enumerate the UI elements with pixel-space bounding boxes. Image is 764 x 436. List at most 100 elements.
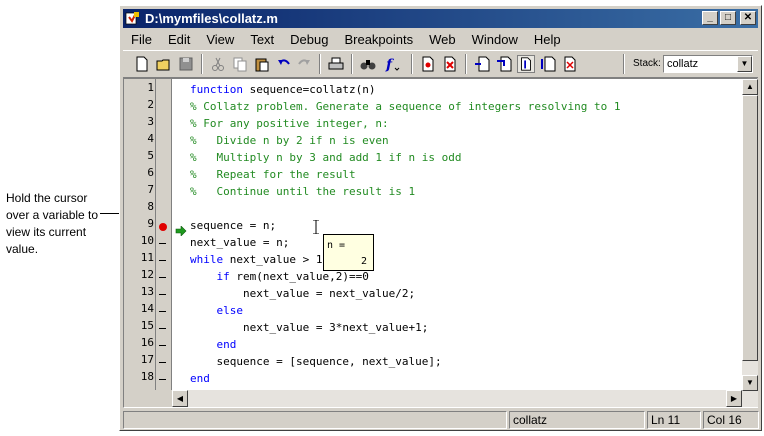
menu-file[interactable]: File [123, 32, 160, 47]
stack-dropdown[interactable]: collatz ▼ [663, 55, 753, 73]
line-number: 4 [147, 132, 154, 145]
redo-icon[interactable] [295, 55, 313, 73]
annotation-callout: Hold the cursor over a variable to view … [6, 191, 99, 256]
executable-line-marker[interactable] [159, 345, 166, 346]
exit-debug-icon[interactable] [561, 55, 579, 73]
status-column: Col 16 [703, 411, 759, 429]
clear-breakpoints-icon[interactable] [441, 55, 459, 73]
menu-edit[interactable]: Edit [160, 32, 198, 47]
scroll-right-icon[interactable]: ▶ [726, 390, 742, 407]
code-line-3: % For any positive integer, n: [190, 117, 389, 130]
keyword: function [190, 83, 243, 96]
executable-line-marker[interactable] [159, 277, 166, 278]
ibeam-cursor-icon [313, 219, 319, 235]
code-line-2: % Collatz problem. Generate a sequence o… [190, 100, 621, 113]
menu-breakpoints[interactable]: Breakpoints [336, 32, 421, 47]
toolbar-separator [623, 54, 625, 74]
code-line-10: next_value = n; [190, 236, 290, 249]
save-icon[interactable] [177, 55, 195, 73]
maximize-button[interactable]: □ [720, 11, 736, 25]
function-icon[interactable]: f [383, 55, 401, 73]
scroll-up-icon[interactable]: ▲ [742, 79, 758, 95]
menu-debug[interactable]: Debug [282, 32, 336, 47]
stack-label: Stack: [633, 58, 661, 69]
menu-help[interactable]: Help [526, 32, 569, 47]
status-function: collatz [509, 411, 645, 429]
scroll-down-icon[interactable]: ▼ [742, 375, 758, 391]
line-number: 7 [147, 183, 154, 196]
line-number: 14 [140, 302, 154, 315]
title-bar[interactable]: D:\mymfiles\collatz.m _ □ ✕ [123, 9, 758, 28]
toolbar-separator [411, 54, 413, 74]
toolbar-separator [201, 54, 203, 74]
code-line-7: % Continue until the result is 1 [190, 185, 416, 198]
keyword: while [190, 253, 224, 266]
code-line-13: next_value = next_value/2; [190, 287, 416, 300]
scroll-thumb[interactable] [742, 95, 758, 361]
scroll-left-icon[interactable]: ◀ [172, 390, 188, 407]
line-number: 11 [140, 251, 154, 264]
continue-icon[interactable] [539, 55, 557, 73]
code-line-4: % Divide n by 2 if n is even [190, 134, 389, 147]
code-text-area[interactable]: function sequence=collatz(n) % Collatz p… [172, 79, 742, 390]
line-number: 13 [140, 285, 154, 298]
open-folder-icon[interactable] [155, 55, 173, 73]
menu-web[interactable]: Web [421, 32, 464, 47]
menu-view[interactable]: View [198, 32, 242, 47]
code-line-18: end [190, 372, 210, 385]
executable-line-marker[interactable] [159, 328, 166, 329]
line-number: 5 [147, 149, 154, 162]
step-icon[interactable] [473, 55, 491, 73]
chevron-down-icon[interactable]: ▼ [737, 56, 752, 72]
svg-text:f: f [385, 57, 395, 73]
close-button[interactable]: ✕ [740, 11, 756, 25]
menu-window[interactable]: Window [464, 32, 526, 47]
toolbar-separator [465, 54, 467, 74]
code-text: next_value > 1 [223, 253, 323, 266]
matlab-icon [125, 11, 140, 26]
new-file-icon[interactable] [133, 55, 151, 73]
code-line-17: sequence = [sequence, next_value]; [190, 355, 442, 368]
set-breakpoint-icon[interactable] [419, 55, 437, 73]
line-number: 15 [140, 319, 154, 332]
line-number: 6 [147, 166, 154, 179]
paste-icon[interactable] [253, 55, 271, 73]
code-line-15: next_value = 3*next_value+1; [190, 321, 429, 334]
toolbar: f Stack: collatz ▼ [123, 50, 758, 78]
horizontal-scrollbar[interactable]: ◀ ▶ [124, 390, 742, 407]
copy-icon[interactable] [231, 55, 249, 73]
vertical-scrollbar[interactable]: ▲ ▼ [742, 79, 758, 407]
line-number: 1 [147, 81, 154, 94]
step-out-icon[interactable] [517, 55, 535, 73]
execution-arrow-icon [175, 223, 187, 237]
code-line-11: while next_value > 1 [190, 251, 322, 268]
editor-window: D:\mymfiles\collatz.m _ □ ✕ File Edit Vi… [119, 5, 762, 431]
toolbar-separator [319, 54, 321, 74]
print-icon[interactable] [327, 55, 345, 73]
executable-line-marker[interactable] [159, 311, 166, 312]
datatip-tooltip: n = 2 [323, 234, 374, 271]
cut-icon[interactable] [209, 55, 227, 73]
breakpoint-dot[interactable] [159, 223, 167, 231]
executable-line-marker[interactable] [159, 362, 166, 363]
undo-icon[interactable] [275, 55, 293, 73]
status-message [123, 411, 507, 429]
code-line-1: function sequence=collatz(n) [190, 81, 375, 98]
horizontal-scroll-track[interactable] [188, 390, 726, 407]
minimize-button[interactable]: _ [702, 11, 718, 25]
status-bar: collatz Ln 11 Col 16 [123, 411, 759, 429]
menu-text[interactable]: Text [242, 32, 282, 47]
executable-line-marker[interactable] [159, 243, 166, 244]
find-binoculars-icon[interactable] [359, 55, 377, 73]
executable-line-marker[interactable] [159, 379, 166, 380]
executable-line-marker[interactable] [159, 294, 166, 295]
code-line-9: sequence = n; [190, 219, 277, 232]
datatip-variable: n = [327, 240, 346, 251]
code-text: rem(next_value,2)==0 [229, 270, 369, 283]
step-in-icon[interactable] [495, 55, 513, 73]
line-number: 17 [140, 353, 154, 366]
gutter-divider [155, 79, 156, 390]
code-text: sequence=collatz(n) [242, 83, 376, 96]
code-editor[interactable]: 1 2 3 4 5 6 7 8 9 10 11 12 13 14 15 16 1… [123, 78, 758, 408]
executable-line-marker[interactable] [159, 260, 166, 261]
